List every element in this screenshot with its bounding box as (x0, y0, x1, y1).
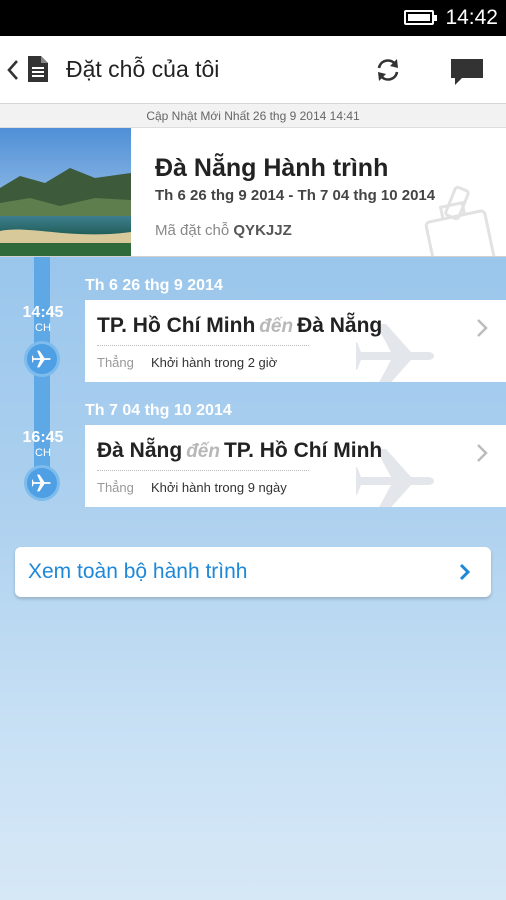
plane-node-icon (24, 341, 60, 377)
departure-countdown: Khởi hành trong 2 giờ (151, 355, 278, 370)
booking-code-label: Mã đặt chỗ (155, 222, 230, 239)
booking-code-value: QYKJJZ (233, 222, 292, 239)
flight-timeline: Th 6 26 thg 9 2014 14:45 CH TP. Hồ Chí M… (0, 257, 506, 900)
stops-label: Thẳng (97, 480, 134, 495)
trip-dates: Th 6 26 thg 9 2014 - Th 7 04 thg 10 2014 (155, 187, 436, 204)
departure-time-value: 14:45 (22, 304, 64, 321)
plane-node-icon (24, 465, 60, 501)
luggage-icon (424, 186, 496, 256)
divider (97, 470, 309, 471)
destination-photo (0, 128, 131, 256)
departure-time-period: CH (35, 447, 51, 459)
view-full-itinerary-label: Xem toàn bộ hành trình (28, 560, 248, 583)
departure-time: 16:45 CH (14, 429, 72, 460)
origin-city: TP. Hồ Chí Minh (97, 314, 256, 337)
flight-card[interactable]: TP. Hồ Chí Minh đến Đà Nẵng Thẳng Khởi hàn… (85, 300, 506, 382)
trip-summary-card[interactable]: Đà Nẵng Hành trình Th 6 26 thg 9 2014 - … (0, 128, 506, 257)
destination-city: Đà Nẵng (297, 314, 383, 337)
departure-time: 14:45 CH (14, 304, 72, 335)
flight-route: TP. Hồ Chí Minh đến Đà Nẵng (97, 312, 382, 341)
chevron-right-icon (477, 319, 488, 337)
origin-city: Đà Nẵng (97, 439, 183, 462)
flight-date-header: Th 7 04 thg 10 2014 (85, 402, 232, 419)
airplane-icon (32, 474, 51, 492)
document-icon[interactable] (28, 56, 48, 82)
departure-time-period: CH (35, 322, 51, 334)
status-clock: 14:42 (445, 6, 498, 29)
view-full-itinerary-button[interactable]: Xem toàn bộ hành trình (15, 547, 491, 597)
departure-countdown: Khởi hành trong 9 ngày (151, 480, 287, 495)
route-connector: đến (259, 316, 294, 337)
battery-icon (404, 10, 437, 25)
stops-label: Thẳng (97, 355, 134, 370)
back-icon[interactable] (6, 56, 20, 84)
chat-icon[interactable] (450, 58, 484, 86)
last-updated: Cập Nhật Mới Nhất 26 thg 9 2014 14:41 (0, 104, 506, 128)
chevron-right-icon (477, 444, 488, 462)
status-bar: 14:42 (0, 0, 506, 36)
airplane-icon (32, 350, 51, 368)
page-title: Đặt chỗ của tôi (66, 56, 220, 82)
flight-card[interactable]: Đà Nẵng đến TP. Hồ Chí Minh Thẳng Khởi hàn… (85, 425, 506, 507)
refresh-icon[interactable] (374, 56, 402, 84)
departure-time-value: 16:45 (22, 429, 64, 446)
destination-city: TP. Hồ Chí Minh (223, 439, 383, 462)
booking-code: Mã đặt chỗ QYKJJZ (155, 221, 292, 241)
route-connector: đến (186, 441, 220, 462)
flight-date-header: Th 6 26 thg 9 2014 (85, 277, 223, 294)
flight-route: Đà Nẵng đến TP. Hồ Chí Minh (97, 437, 382, 466)
trip-title: Đà Nẵng Hành trình (155, 154, 389, 182)
action-bar: Đặt chỗ của tôi (0, 36, 506, 104)
divider (97, 345, 309, 346)
chevron-right-icon (459, 563, 471, 581)
